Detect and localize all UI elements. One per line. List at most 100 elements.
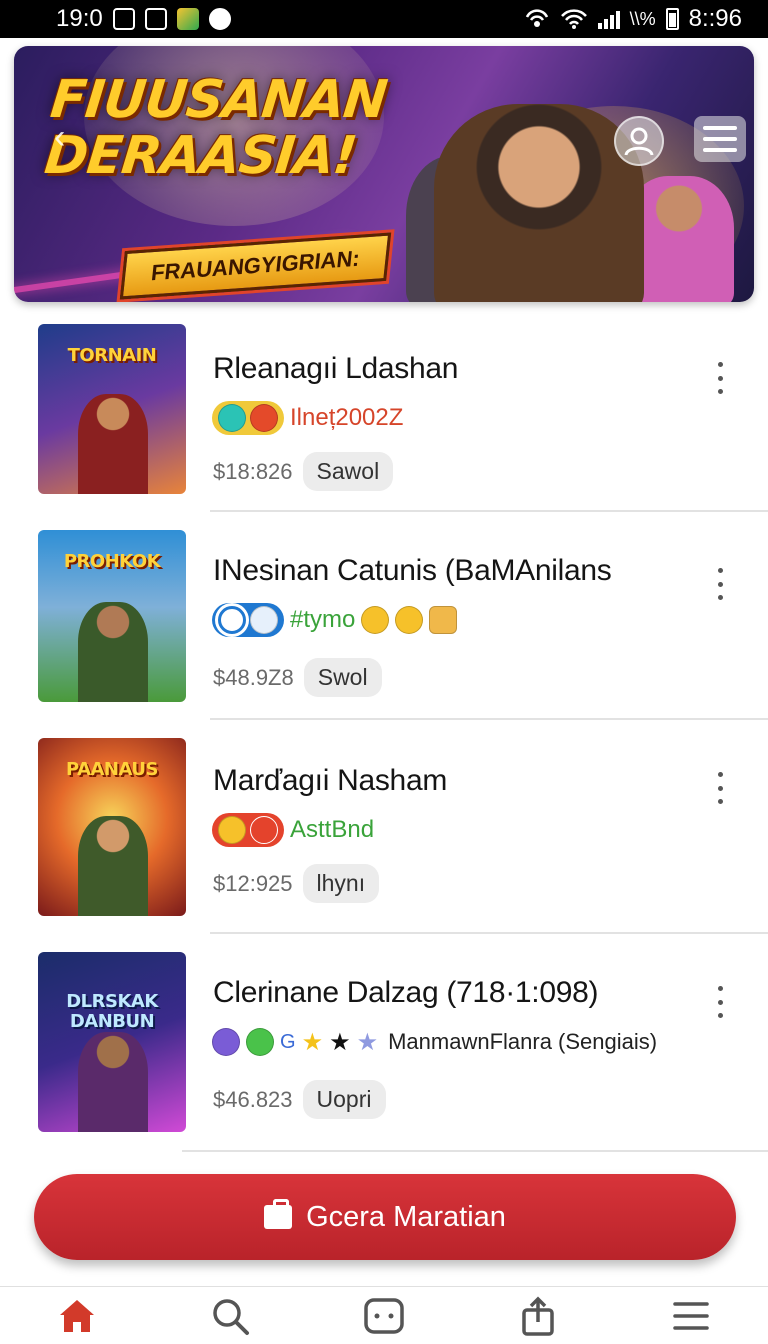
gallery-icon — [176, 8, 199, 30]
game-tag: #tymo — [290, 606, 356, 633]
primary-action-label: Gcera Maratian — [306, 1200, 506, 1233]
game-price: $18:826 — [213, 458, 293, 484]
search-icon — [213, 1298, 250, 1335]
sparkle-icon — [250, 816, 278, 844]
laugh-emoji-icon — [218, 816, 246, 844]
game-price: $48.9Z8 — [213, 664, 294, 690]
more-options-icon[interactable] — [712, 564, 728, 604]
thumbnail-character — [78, 816, 148, 916]
status-time-right: 8::96 — [688, 5, 742, 32]
smile-emoji-icon — [218, 404, 246, 432]
avatar-emoji-icon — [212, 1028, 240, 1056]
price-row: $18:826 Sawol — [213, 452, 394, 491]
price-row: $46.823 Uopri — [213, 1080, 386, 1119]
profile-button[interactable] — [614, 116, 664, 166]
hotspot-icon — [525, 9, 548, 27]
heart-emoji-icon — [250, 404, 278, 432]
more-options-icon[interactable] — [712, 358, 728, 398]
thumbnail-character — [78, 602, 148, 702]
hamburger-icon — [703, 126, 737, 130]
home-icon — [59, 1299, 94, 1332]
hero-banner[interactable]: FIUUSANAN DERAASIA! FRAUANGYIGRIAN: ‹ — [14, 46, 754, 302]
game-tag: G — [280, 1030, 296, 1053]
more-options-icon[interactable] — [712, 982, 728, 1022]
game-price: $12:925 — [213, 870, 293, 896]
bottom-navigation — [0, 1286, 768, 1344]
hero-title: FIUUSANAN DERAASIA! — [41, 70, 390, 186]
game-title[interactable]: Marďagıi Nasham — [213, 764, 447, 798]
nav-share[interactable] — [508, 1291, 568, 1341]
notification-icon — [112, 8, 135, 30]
star-icon: ★ — [329, 1028, 351, 1056]
status-chip[interactable]: Swol — [303, 658, 382, 697]
battery-icon — [665, 8, 679, 30]
game-subtitle: ManmawnFlanra (Sengiais) — [388, 1029, 658, 1054]
game-title[interactable]: INesinan Catunis (BaMAnilans — [213, 554, 612, 588]
reaction-pill — [212, 401, 284, 435]
gamepad-icon — [364, 1297, 404, 1334]
status-chip[interactable]: lhynı — [302, 864, 380, 903]
star-icon: ★ — [356, 1028, 379, 1056]
status-bar-right: \\% 8::96 — [524, 5, 742, 33]
menu-icon — [673, 1301, 709, 1330]
hero-subtitle-ribbon: FRAUANGYIGRIAN: — [119, 232, 392, 300]
game-thumbnail[interactable]: TORNAIN — [38, 324, 186, 494]
nav-search[interactable] — [200, 1291, 260, 1341]
game-title[interactable]: Rleanagıi Ldashan — [213, 352, 458, 386]
game-thumbnail[interactable]: PROHKOK — [38, 530, 186, 702]
more-options-icon[interactable] — [712, 768, 728, 808]
camera-icon — [144, 8, 167, 30]
status-chip[interactable]: Sawol — [302, 452, 394, 491]
nav-home[interactable] — [47, 1291, 107, 1341]
grin-emoji-icon — [361, 606, 390, 634]
reaction-pill — [212, 813, 284, 847]
thumbnail-character — [78, 394, 148, 494]
thumbnail-label: TORNAIN — [67, 345, 157, 366]
thumbnail-label: PAANAUS — [66, 759, 158, 780]
signal-icon — [597, 9, 620, 29]
gift-emoji-icon — [429, 606, 458, 634]
game-meta: AsttBnd — [212, 812, 374, 848]
status-time: 19:0 — [56, 5, 103, 32]
divider — [210, 932, 768, 934]
reaction-pill — [212, 603, 284, 637]
status-chip[interactable]: Uopri — [302, 1080, 386, 1119]
share-icon — [521, 1296, 554, 1336]
game-meta: G ★ ★ ★ ManmawnFlanra (Sengiais) — [212, 1024, 657, 1060]
game-tag: Ilneț2002Z — [290, 404, 404, 431]
primary-action-button[interactable]: Gcera Maratian — [34, 1174, 736, 1260]
divider — [210, 510, 768, 512]
wifi-icon — [560, 9, 587, 29]
user-icon — [624, 127, 654, 156]
nav-menu[interactable] — [661, 1291, 721, 1341]
game-tag: AsttBnd — [290, 816, 375, 843]
status-bar-left: 19:0 — [56, 5, 231, 33]
briefcase-icon — [264, 1199, 293, 1229]
monster-emoji-icon — [246, 1028, 274, 1056]
app-notification-icon — [208, 8, 231, 30]
back-chevron-icon[interactable]: ‹ — [54, 118, 65, 157]
game-thumbnail[interactable]: DLRSKAK DANBUN — [38, 952, 186, 1132]
price-row: $12:925 lhynı — [213, 864, 380, 903]
divider — [182, 1150, 768, 1152]
nav-games[interactable] — [354, 1291, 414, 1341]
star-icon: ★ — [301, 1028, 324, 1056]
target-icon — [218, 606, 246, 634]
thumbnail-character — [78, 1032, 148, 1132]
hero-title-line2: DERAASIA! — [41, 126, 360, 186]
game-meta: Ilneț2002Z — [212, 400, 403, 436]
game-title[interactable]: Clerinane Dalzag (718·1:098) — [213, 976, 598, 1010]
hamburger-menu-button[interactable] — [694, 116, 746, 162]
status-bar: 19:0 \\% 8::96 — [0, 0, 768, 38]
thumbnail-label: DLRSKAK DANBUN — [66, 991, 158, 1032]
game-price: $46.823 — [213, 1086, 293, 1112]
hero-character-main — [434, 104, 644, 302]
thumbnail-label: PROHKOK — [63, 551, 161, 572]
price-row: $48.9Z8 Swol — [213, 658, 382, 697]
hero-title-line1: FIUUSANAN — [47, 70, 390, 130]
battery-percent: \\% — [629, 8, 656, 29]
sunglasses-emoji-icon — [395, 606, 424, 634]
game-meta: #tymo — [212, 602, 458, 638]
game-thumbnail[interactable]: PAANAUS — [38, 738, 186, 916]
wave-icon — [250, 606, 278, 634]
